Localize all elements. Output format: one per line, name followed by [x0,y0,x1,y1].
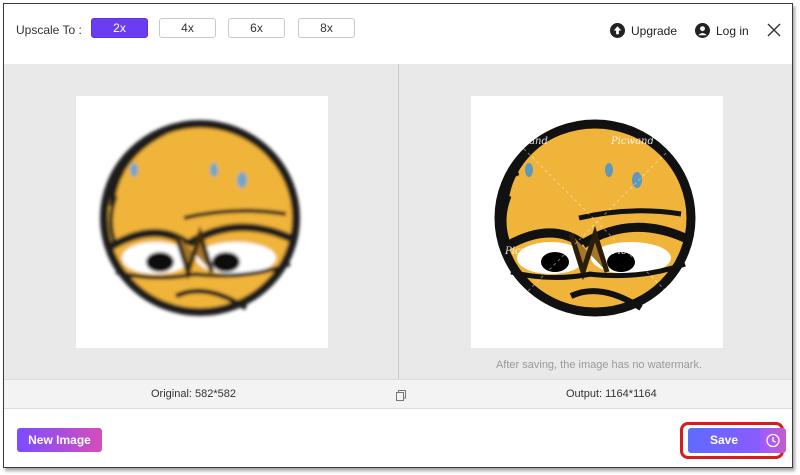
clock-icon [766,433,780,448]
scale-6x-button[interactable]: 6x [228,18,285,38]
output-image: Picwand Picwand Picwand Picwand [471,96,723,348]
toolbar: Upscale To : 2x 4x 6x 8x Upgrade Log in [4,4,792,64]
login-link[interactable]: Log in [695,23,749,38]
upscaler-window: Upscale To : 2x 4x 6x 8x Upgrade Log in [3,3,793,468]
compare-divider[interactable] [398,64,399,379]
original-size-label: Original: 582*582 [151,388,237,400]
output-size-label: Output: 1164*1164 [566,388,657,400]
copy-icon[interactable] [396,390,406,401]
emoji-image-original [100,120,300,316]
login-label: Log in [716,23,749,38]
compare-area: Picwand Picwand Picwand Picwand After sa… [4,64,792,379]
watermark-text: Picwand [505,136,548,147]
watermark-note: After saving, the image has no watermark… [495,359,703,371]
upgrade-link[interactable]: Upgrade [610,23,677,38]
scale-2x-button[interactable]: 2x [91,18,148,38]
save-history-button[interactable] [760,428,786,453]
scale-8x-button[interactable]: 8x [298,18,355,38]
scale-4x-button[interactable]: 4x [159,18,216,38]
user-icon [695,23,710,38]
emoji-image-output [494,119,696,317]
watermark-text: Picwand [505,246,548,257]
upscale-label: Upscale To : [16,23,82,37]
upgrade-label: Upgrade [631,23,678,38]
watermark-text: Picwand [611,246,654,257]
save-button[interactable]: Save [688,428,760,453]
original-image [76,96,328,348]
watermark-text: Picwand [611,136,654,147]
footer: New Image Save [4,409,792,467]
info-bar: Original: 582*582 Output: 1164*1164 [4,379,792,409]
upgrade-icon [610,23,625,38]
close-icon[interactable] [766,22,782,38]
new-image-button[interactable]: New Image [17,428,102,452]
